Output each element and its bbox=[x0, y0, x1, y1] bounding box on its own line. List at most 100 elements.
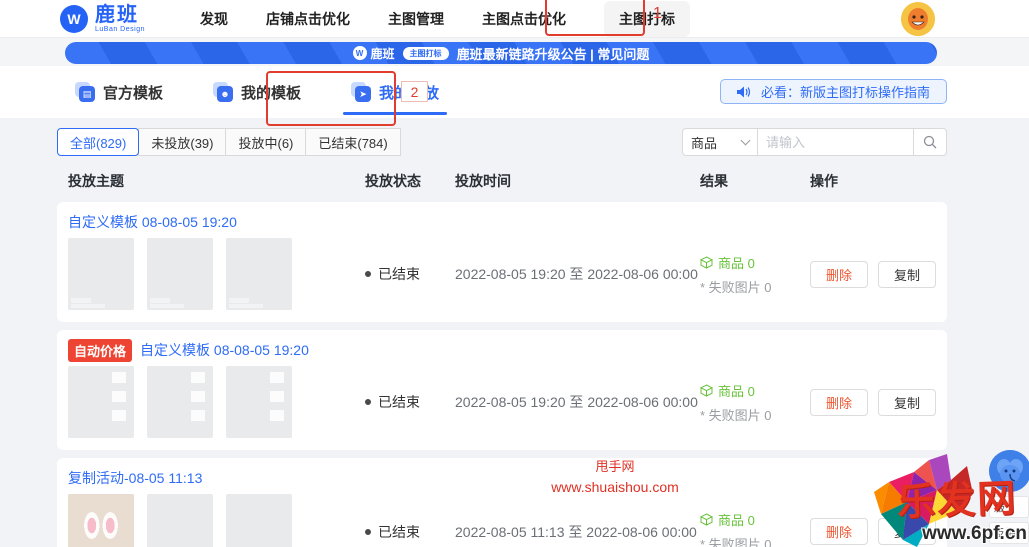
page: W 鹿班 LuBan Design 发现 店铺点击优化 主图管理 主图点击优化 … bbox=[0, 0, 1029, 547]
status-dot bbox=[365, 528, 371, 535]
status-dot bbox=[365, 399, 371, 405]
col-header-status: 投放状态 bbox=[365, 173, 421, 189]
top-navbar: W 鹿班 LuBan Design 发现 店铺点击优化 主图管理 主图点击优化 … bbox=[0, 0, 1029, 38]
search-input[interactable] bbox=[758, 128, 914, 156]
annotation-number-1: 1 bbox=[653, 5, 662, 22]
thumbnail[interactable]: ¥1688 bbox=[147, 494, 213, 547]
result-cell: 商品 0 * 失败图片 0 bbox=[700, 510, 810, 547]
actions-cell: 删除 复制 bbox=[810, 518, 947, 545]
banner-badge: 主图打标 bbox=[402, 46, 449, 60]
nav-item-shop-click[interactable]: 店铺点击优化 bbox=[266, 9, 350, 29]
filter-all[interactable]: 全部(829) bbox=[57, 128, 140, 156]
annotation-number-2: 2 bbox=[401, 81, 428, 102]
status-cell: 已结束 bbox=[365, 392, 455, 412]
copy-button[interactable]: 复制 bbox=[878, 518, 937, 545]
main-nav: 发现 店铺点击优化 主图管理 主图点击优化 主图打标 bbox=[200, 0, 690, 37]
delete-button[interactable]: 删除 bbox=[810, 260, 869, 288]
copy-button[interactable]: 复制 bbox=[878, 260, 937, 288]
banner-logo: W 鹿班 bbox=[352, 45, 395, 62]
announcement-banner[interactable]: W 鹿班 主图打标 鹿班最新链路升级公告 | 常见问题 bbox=[65, 42, 937, 64]
result-product-text: 商品 0 bbox=[718, 255, 755, 271]
result-fail-text: * 失败图片 0 bbox=[700, 279, 772, 295]
thumbnail[interactable] bbox=[68, 366, 134, 438]
banner-logo-title: 鹿班 bbox=[370, 46, 395, 61]
table-header: 投放主题 投放状态 投放时间 结果 操作 bbox=[57, 168, 947, 194]
filter-ended[interactable]: 已结束(784) bbox=[305, 128, 401, 156]
guide-button[interactable]: 必看：新版主图打标操作指南 bbox=[719, 79, 947, 104]
announcement-strip: W 鹿班 主图打标 鹿班最新链路升级公告 | 常见问题 bbox=[0, 38, 1029, 66]
tab-label: 官方模板 bbox=[103, 84, 164, 102]
search-category-value: 商品 bbox=[691, 135, 718, 151]
user-avatar[interactable] bbox=[901, 2, 935, 36]
filter-in-progress[interactable]: 投放中(6) bbox=[225, 128, 307, 156]
my-template-icon: ☻ bbox=[213, 82, 234, 102]
announcement-text[interactable]: 鹿班最新链路升级公告 | 常见问题 bbox=[457, 44, 650, 63]
speaker-icon bbox=[736, 86, 751, 97]
paper-plane-icon: ➤ bbox=[351, 82, 372, 102]
tab-label: 我的模板 bbox=[241, 84, 302, 102]
nav-item-discover[interactable]: 发现 bbox=[200, 9, 228, 29]
campaign-title-link[interactable]: 自定义模板 08-08-05 19:20 bbox=[140, 340, 309, 360]
campaign-row: 复制活动-08-05 11:13 ¥1688 ¥1688 ¥1688 bbox=[57, 458, 947, 547]
actions-cell: 删除 复制 bbox=[810, 388, 947, 416]
search-group: 商品 bbox=[682, 128, 947, 156]
filter-not-launched[interactable]: 未投放(39) bbox=[138, 128, 227, 156]
status-text: 已结束 bbox=[378, 394, 420, 410]
campaign-row: 自动价格 自定义模板 08-08-05 19:20 已结束 2022-08-05… bbox=[57, 330, 947, 450]
service-widget: 服 反馈 bbox=[989, 450, 1029, 544]
logo-subtitle: LuBan Design bbox=[95, 25, 145, 33]
thumbnail[interactable]: ¥1688 bbox=[226, 494, 292, 547]
package-icon bbox=[700, 513, 713, 526]
nav-item-main-image-tag[interactable]: 主图打标 bbox=[603, 0, 690, 37]
col-header-time: 投放时间 bbox=[455, 173, 511, 189]
result-product-text: 商品 0 bbox=[718, 513, 755, 528]
status-cell: 已结束 bbox=[365, 264, 455, 284]
package-icon bbox=[700, 383, 713, 397]
thumbnail-group bbox=[68, 238, 365, 310]
search-icon bbox=[923, 135, 937, 149]
logo-title: 鹿班 bbox=[95, 3, 139, 26]
result-cell: 商品 0 * 失败图片 0 bbox=[700, 381, 810, 424]
status-cell: 已结束 bbox=[365, 522, 455, 542]
campaign-title-link[interactable]: 复制活动-08-05 11:13 bbox=[68, 468, 202, 488]
luban-logo-icon: W bbox=[60, 4, 88, 33]
col-header-actions: 操作 bbox=[810, 173, 838, 189]
luban-logo[interactable]: W 鹿班 LuBan Design bbox=[60, 3, 145, 33]
tab-my-templates[interactable]: ☻ 我的模板 bbox=[213, 66, 301, 118]
thumbnail[interactable] bbox=[226, 366, 292, 438]
search-category-select[interactable]: 商品 bbox=[682, 128, 758, 156]
banner-logo-icon: W bbox=[352, 46, 367, 60]
status-dot bbox=[365, 271, 371, 277]
time-cell: 2022-08-05 11:13 至 2022-08-06 00:00 bbox=[455, 523, 697, 540]
auto-price-badge: 自动价格 bbox=[68, 338, 133, 362]
service-label[interactable]: 服 bbox=[989, 496, 1029, 518]
thumbnail-group: ¥1688 ¥1688 ¥1688 bbox=[68, 494, 365, 547]
result-product-text: 商品 0 bbox=[718, 383, 755, 399]
tab-bar: ▤ 官方模板 ☻ 我的模板 ➤ 我的投放 必看：新版主图 bbox=[0, 66, 1029, 118]
customer-service-icon[interactable] bbox=[989, 450, 1029, 492]
copy-button[interactable]: 复制 bbox=[878, 388, 937, 416]
thumbnail[interactable] bbox=[147, 238, 213, 310]
time-cell: 2022-08-05 19:20 至 2022-08-06 00:00 bbox=[455, 266, 698, 282]
official-template-icon: ▤ bbox=[75, 82, 95, 102]
nav-item-main-image-click[interactable]: 主图点击优化 bbox=[482, 9, 566, 29]
result-fail-text: * 失败图片 0 bbox=[700, 407, 772, 423]
thumbnail[interactable] bbox=[68, 238, 134, 310]
guide-button-label: 必看：新版主图打标操作指南 bbox=[760, 85, 930, 100]
campaign-row: 自定义模板 08-08-05 19:20 已结束 2022-08-05 19:2… bbox=[57, 202, 947, 322]
result-fail-text: * 失败图片 0 bbox=[700, 537, 772, 547]
actions-cell: 删除 复制 bbox=[810, 260, 947, 288]
nav-item-main-image-manage[interactable]: 主图管理 bbox=[388, 9, 444, 29]
tab-official-templates[interactable]: ▤ 官方模板 bbox=[75, 66, 163, 118]
search-button[interactable] bbox=[914, 128, 947, 156]
delete-button[interactable]: 删除 bbox=[810, 518, 869, 545]
delete-button[interactable]: 删除 bbox=[810, 388, 869, 416]
thumbnail[interactable] bbox=[147, 366, 213, 438]
package-icon bbox=[700, 255, 713, 269]
content-area: 全部(829) 未投放(39) 投放中(6) 已结束(784) 商品 请输入 投… bbox=[0, 118, 1029, 547]
campaign-title-link[interactable]: 自定义模板 08-08-05 19:20 bbox=[68, 212, 237, 232]
feedback-label[interactable]: 反馈 bbox=[989, 522, 1029, 544]
thumbnail[interactable] bbox=[226, 238, 292, 310]
filter-bar: 全部(829) 未投放(39) 投放中(6) 已结束(784) 商品 bbox=[57, 128, 947, 156]
thumbnail[interactable]: ¥1688 bbox=[68, 494, 134, 547]
